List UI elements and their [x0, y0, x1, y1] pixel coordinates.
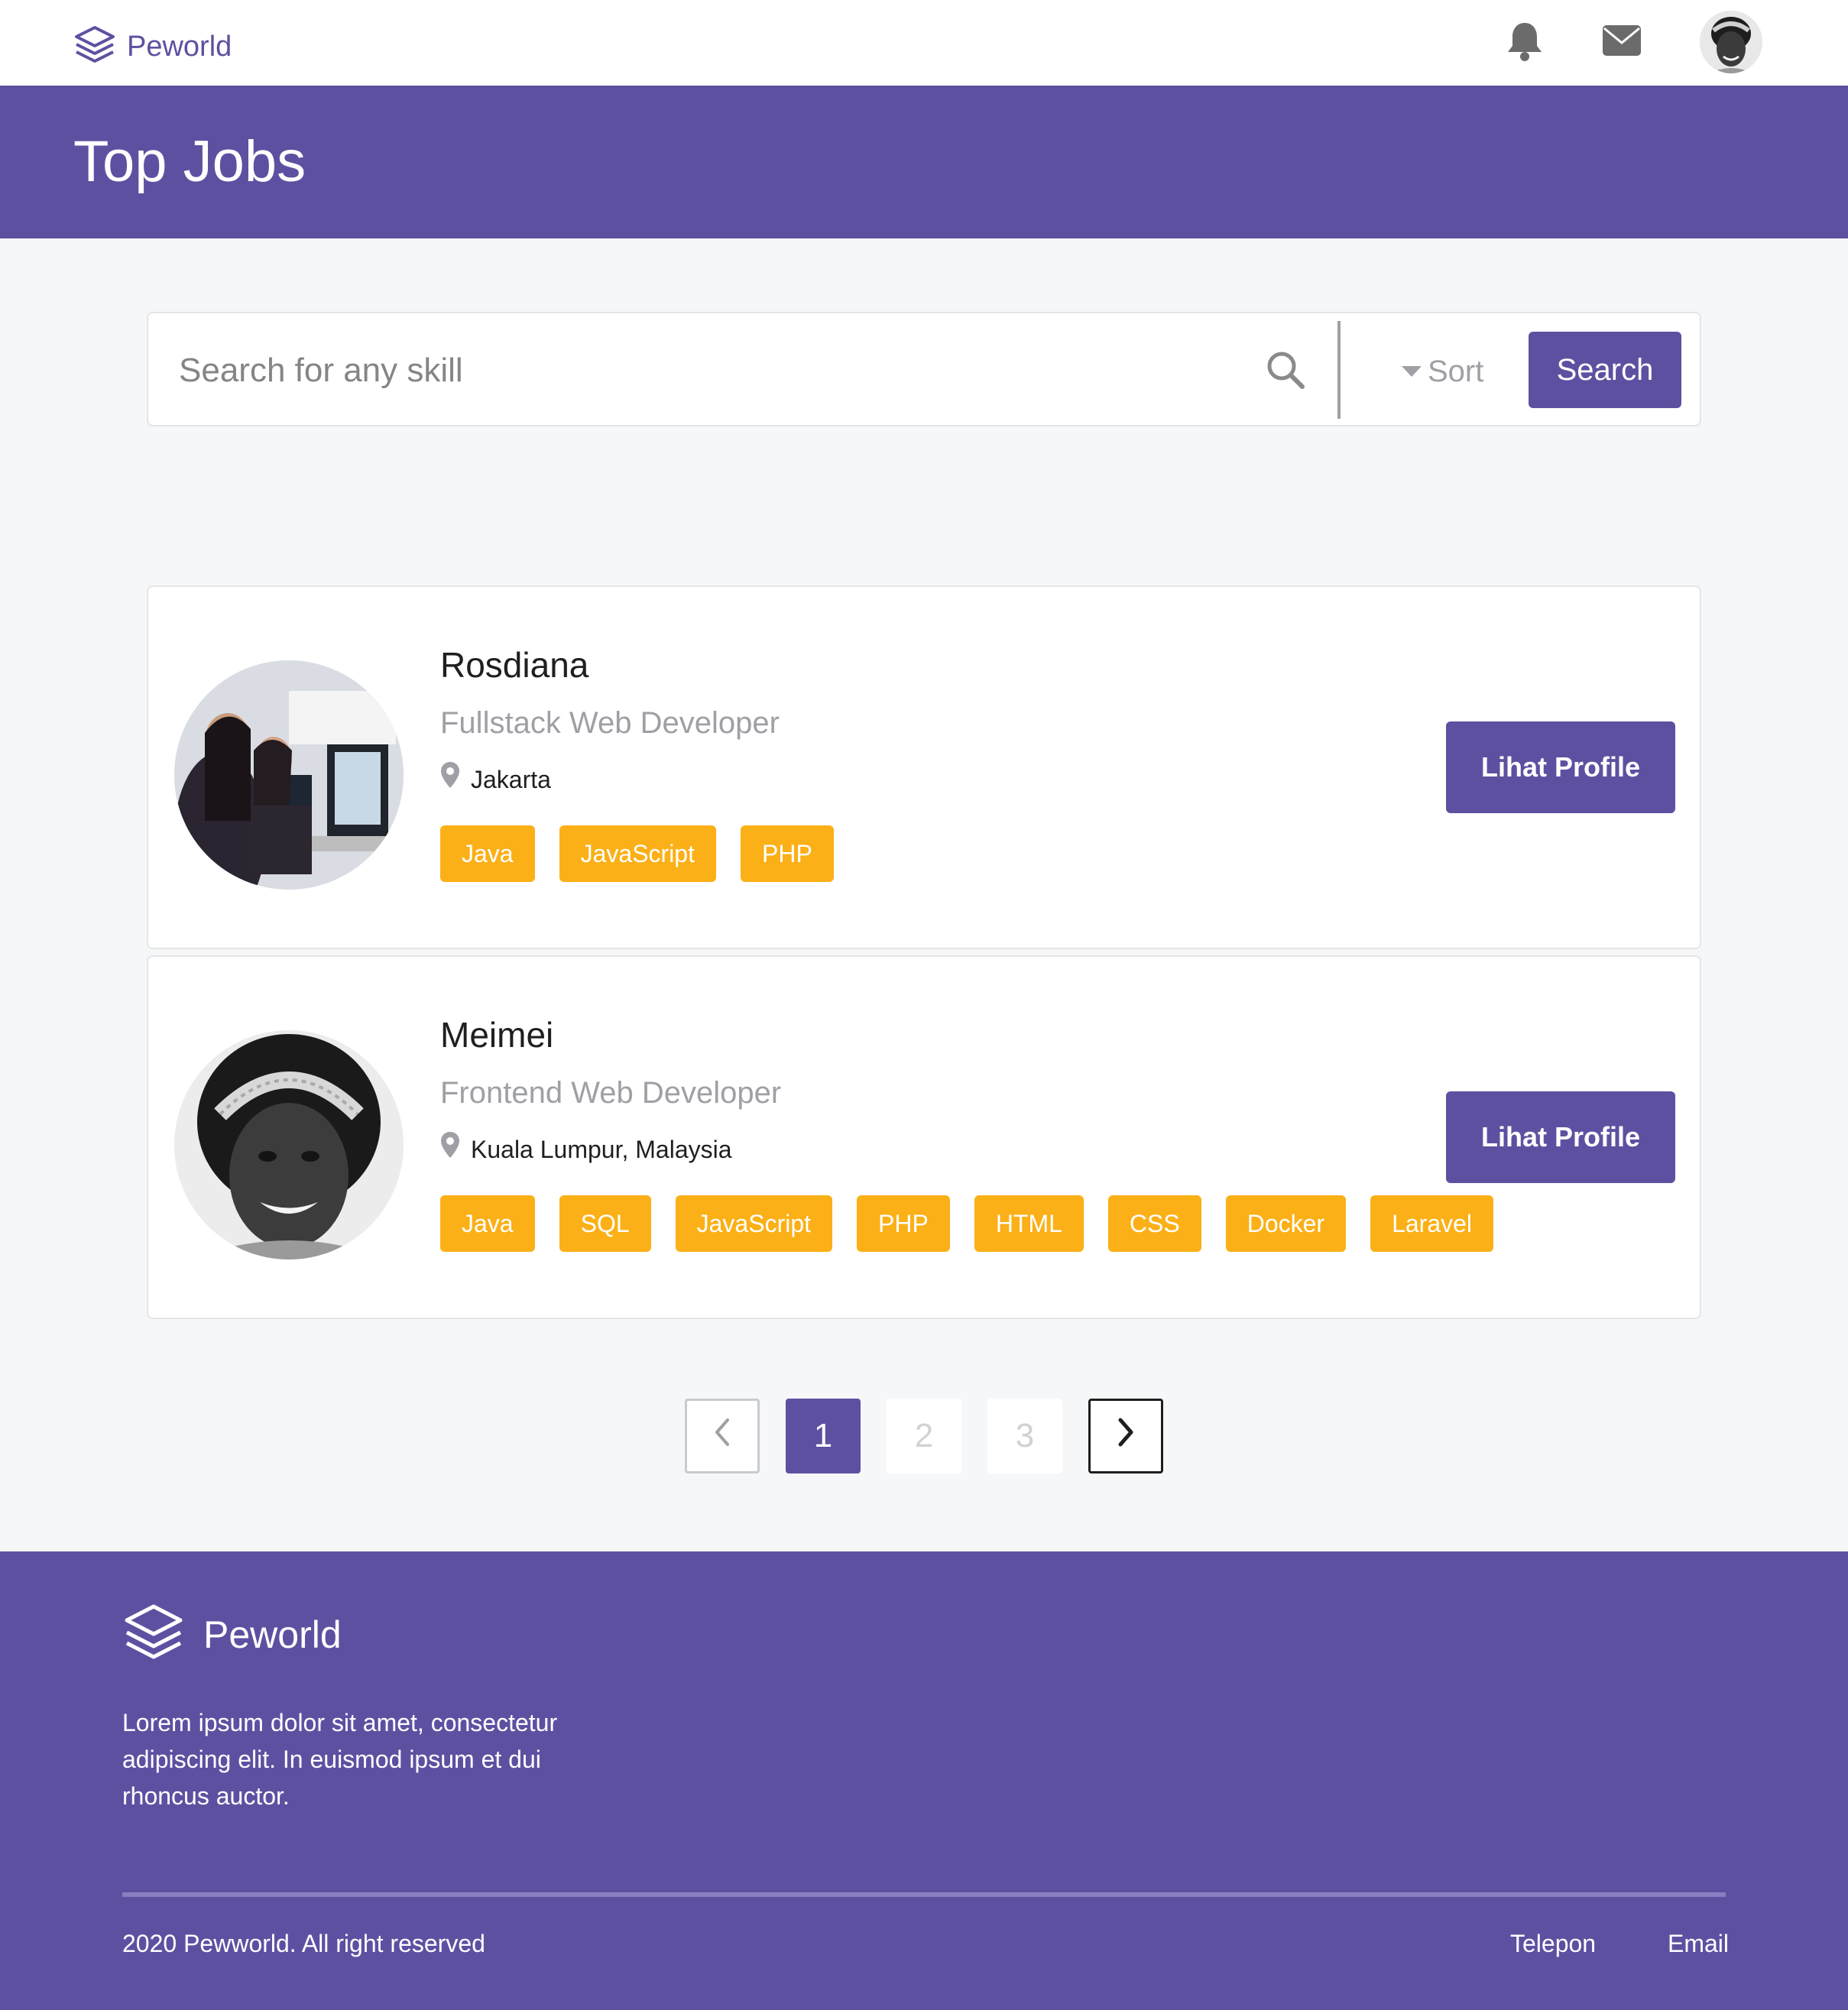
caret-down-icon	[1402, 366, 1422, 377]
skill-tag: JavaScript	[559, 825, 716, 882]
footer-divider	[122, 1892, 1726, 1897]
footer-brand-name: Peworld	[203, 1613, 342, 1656]
profile-card: Rosdiana Fullstack Web Developer Jakarta…	[147, 585, 1701, 949]
skill-tag: CSS	[1107, 1195, 1201, 1252]
bell-icon[interactable]	[1506, 20, 1544, 63]
footer-copyright: 2020 Pewworld. All right reserved	[122, 1930, 485, 1957]
page-title: Top Jobs	[73, 129, 306, 194]
view-profile-button[interactable]: Lihat Profile	[1446, 721, 1675, 813]
footer-brand[interactable]: Peworld	[122, 1602, 342, 1667]
layers-logo-icon	[73, 23, 116, 70]
search-bar: Sort Search	[147, 312, 1701, 426]
skill-tag: JavaScript	[675, 1195, 833, 1252]
search-divider	[1337, 321, 1341, 419]
user-avatar[interactable]	[1700, 11, 1762, 73]
footer-link-telepon[interactable]: Telepon	[1510, 1926, 1596, 1961]
location-text: Kuala Lumpur, Malaysia	[471, 1135, 732, 1163]
sort-label: Sort	[1428, 354, 1484, 388]
search-button[interactable]: Search	[1529, 332, 1681, 408]
skill-tag: Java	[440, 825, 535, 882]
profile-name: Rosdiana	[440, 645, 589, 685]
skill-tag: PHP	[857, 1195, 950, 1252]
view-profile-button[interactable]: Lihat Profile	[1446, 1091, 1675, 1183]
profile-location: Kuala Lumpur, Malaysia	[440, 1131, 732, 1167]
brand-logo[interactable]: Peworld	[73, 23, 232, 70]
skill-tag: Java	[440, 1195, 535, 1252]
profile-location: Jakarta	[440, 761, 551, 797]
profile-name: Meimei	[440, 1015, 554, 1055]
skill-tag: Docker	[1225, 1195, 1347, 1252]
location-text: Jakarta	[471, 765, 551, 793]
profile-card: Meimei Frontend Web Developer Kuala Lump…	[147, 955, 1701, 1319]
profile-photo	[174, 660, 404, 890]
search-icon[interactable]	[1264, 349, 1307, 391]
footer-link-email[interactable]: Email	[1668, 1926, 1729, 1961]
profile-photo	[174, 1030, 404, 1259]
skill-tag: HTML	[974, 1195, 1084, 1252]
chevron-left-icon	[709, 1415, 735, 1457]
pagination-page-2[interactable]: 2	[887, 1399, 961, 1473]
pagination-page-1[interactable]: 1	[786, 1399, 861, 1473]
map-pin-icon	[440, 1131, 471, 1167]
skill-tag: SQL	[559, 1195, 651, 1252]
layers-logo-icon	[122, 1602, 185, 1667]
profile-role: Fullstack Web Developer	[440, 706, 780, 740]
skill-tag: Laravel	[1370, 1195, 1494, 1252]
sort-dropdown[interactable]: Sort	[1402, 350, 1483, 393]
skill-tag: PHP	[740, 825, 834, 882]
pagination-page-3[interactable]: 3	[987, 1399, 1062, 1473]
profile-role: Frontend Web Developer	[440, 1076, 782, 1110]
page-header-band: Top Jobs	[0, 86, 1848, 238]
skill-tags: Java JavaScript PHP	[440, 825, 858, 882]
search-input[interactable]	[179, 344, 1249, 397]
brand-name: Peworld	[127, 30, 232, 63]
chevron-right-icon	[1113, 1415, 1139, 1457]
map-pin-icon	[440, 761, 471, 797]
mail-icon[interactable]	[1602, 24, 1642, 57]
skill-tags: Java SQL JavaScript PHP HTML CSS Docker …	[440, 1195, 1518, 1252]
pagination-next-button[interactable]	[1088, 1399, 1163, 1473]
pagination-prev-button[interactable]	[685, 1399, 760, 1473]
footer-description: Lorem ipsum dolor sit amet, consectetur …	[122, 1709, 558, 1810]
top-navbar: Peworld	[0, 0, 1848, 86]
footer: Peworld Lorem ipsum dolor sit amet, cons…	[0, 1551, 1848, 2010]
